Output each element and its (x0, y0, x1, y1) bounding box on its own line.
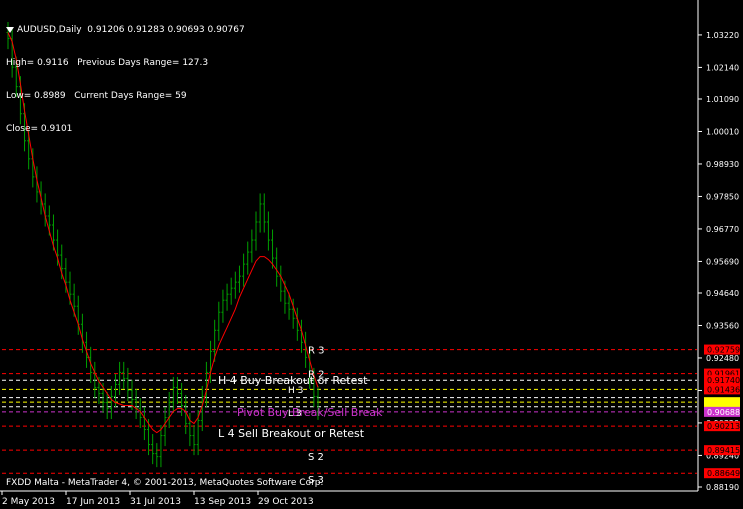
price-tag-label: 0.91740 (707, 376, 740, 385)
price-tick-label: 0.88190 (706, 483, 739, 492)
price-tick-label: 0.98930 (706, 160, 739, 169)
price-tick-label: 0.93560 (706, 321, 739, 330)
price-tick-label: 0.95690 (706, 257, 739, 266)
price-tag-label: 0.92759 (707, 346, 740, 355)
price-tag-label: 0.89415 (707, 446, 740, 455)
time-tick-label: 13 Sep 2013 (194, 497, 251, 507)
chart-info-panel: AUDUSD,Daily 0.91206 0.91283 0.90693 0.9… (6, 3, 245, 146)
price-tick-label: 0.96770 (706, 225, 739, 234)
level-label: Pivot Buy Break/Sell Break (237, 406, 383, 419)
price-tag-label: 0.90688 (707, 408, 740, 417)
price-tag-label: 0.90213 (707, 422, 740, 431)
cur-range-value: Current Days Range= 59 (74, 91, 187, 101)
price-tick-label: 1.02140 (706, 63, 739, 72)
price-tick-label: 1.00010 (706, 127, 739, 136)
symbol-row: AUDUSD,Daily 0.91206 0.91283 0.90693 0.9… (6, 25, 245, 36)
symbol-label: AUDUSD,Daily (17, 25, 82, 35)
level-label: L 3 (288, 409, 302, 419)
level-label: S 2 (308, 452, 324, 463)
price-tick-label: 0.97850 (706, 192, 739, 201)
price-tick-label: 0.94640 (706, 289, 739, 298)
price-tick-label: 1.01090 (706, 95, 739, 104)
high-value: High= 0.9116 (6, 58, 69, 68)
price-tag-label: 0.91436 (707, 385, 740, 394)
prev-range-value: Previous Days Range= 127.3 (77, 58, 209, 68)
close-value: Close= 0.9101 (6, 124, 73, 134)
footer-copyright: FXDD Malta - MetaTrader 4, © 2001-2013, … (6, 478, 324, 488)
high-row: High= 0.9116 Previous Days Range= 127.3 (6, 58, 245, 69)
time-tick-label: 29 Oct 2013 (258, 497, 314, 507)
price-tag-label: 0.88649 (707, 469, 740, 478)
low-value: Low= 0.8989 (6, 91, 66, 101)
level-label: R 3 (308, 346, 325, 357)
close-row: Close= 0.9101 (6, 124, 245, 135)
low-row: Low= 0.8989 Current Days Range= 59 (6, 91, 245, 102)
time-tick-label: 2 May 2013 (2, 497, 55, 507)
price-tick-label: 1.03220 (706, 31, 739, 40)
price-tick-label: 0.92480 (706, 354, 739, 363)
dropdown-triangle-icon[interactable] (6, 26, 14, 33)
time-tick-label: 31 Jul 2013 (130, 497, 181, 507)
time-tick-label: 17 Jun 2013 (66, 497, 120, 507)
ohlc-values: 0.91206 0.91283 0.90693 0.90767 (87, 25, 245, 35)
level-label: H 3 (288, 386, 303, 396)
level-label: L 4 Sell Breakout or Retest (218, 427, 365, 440)
